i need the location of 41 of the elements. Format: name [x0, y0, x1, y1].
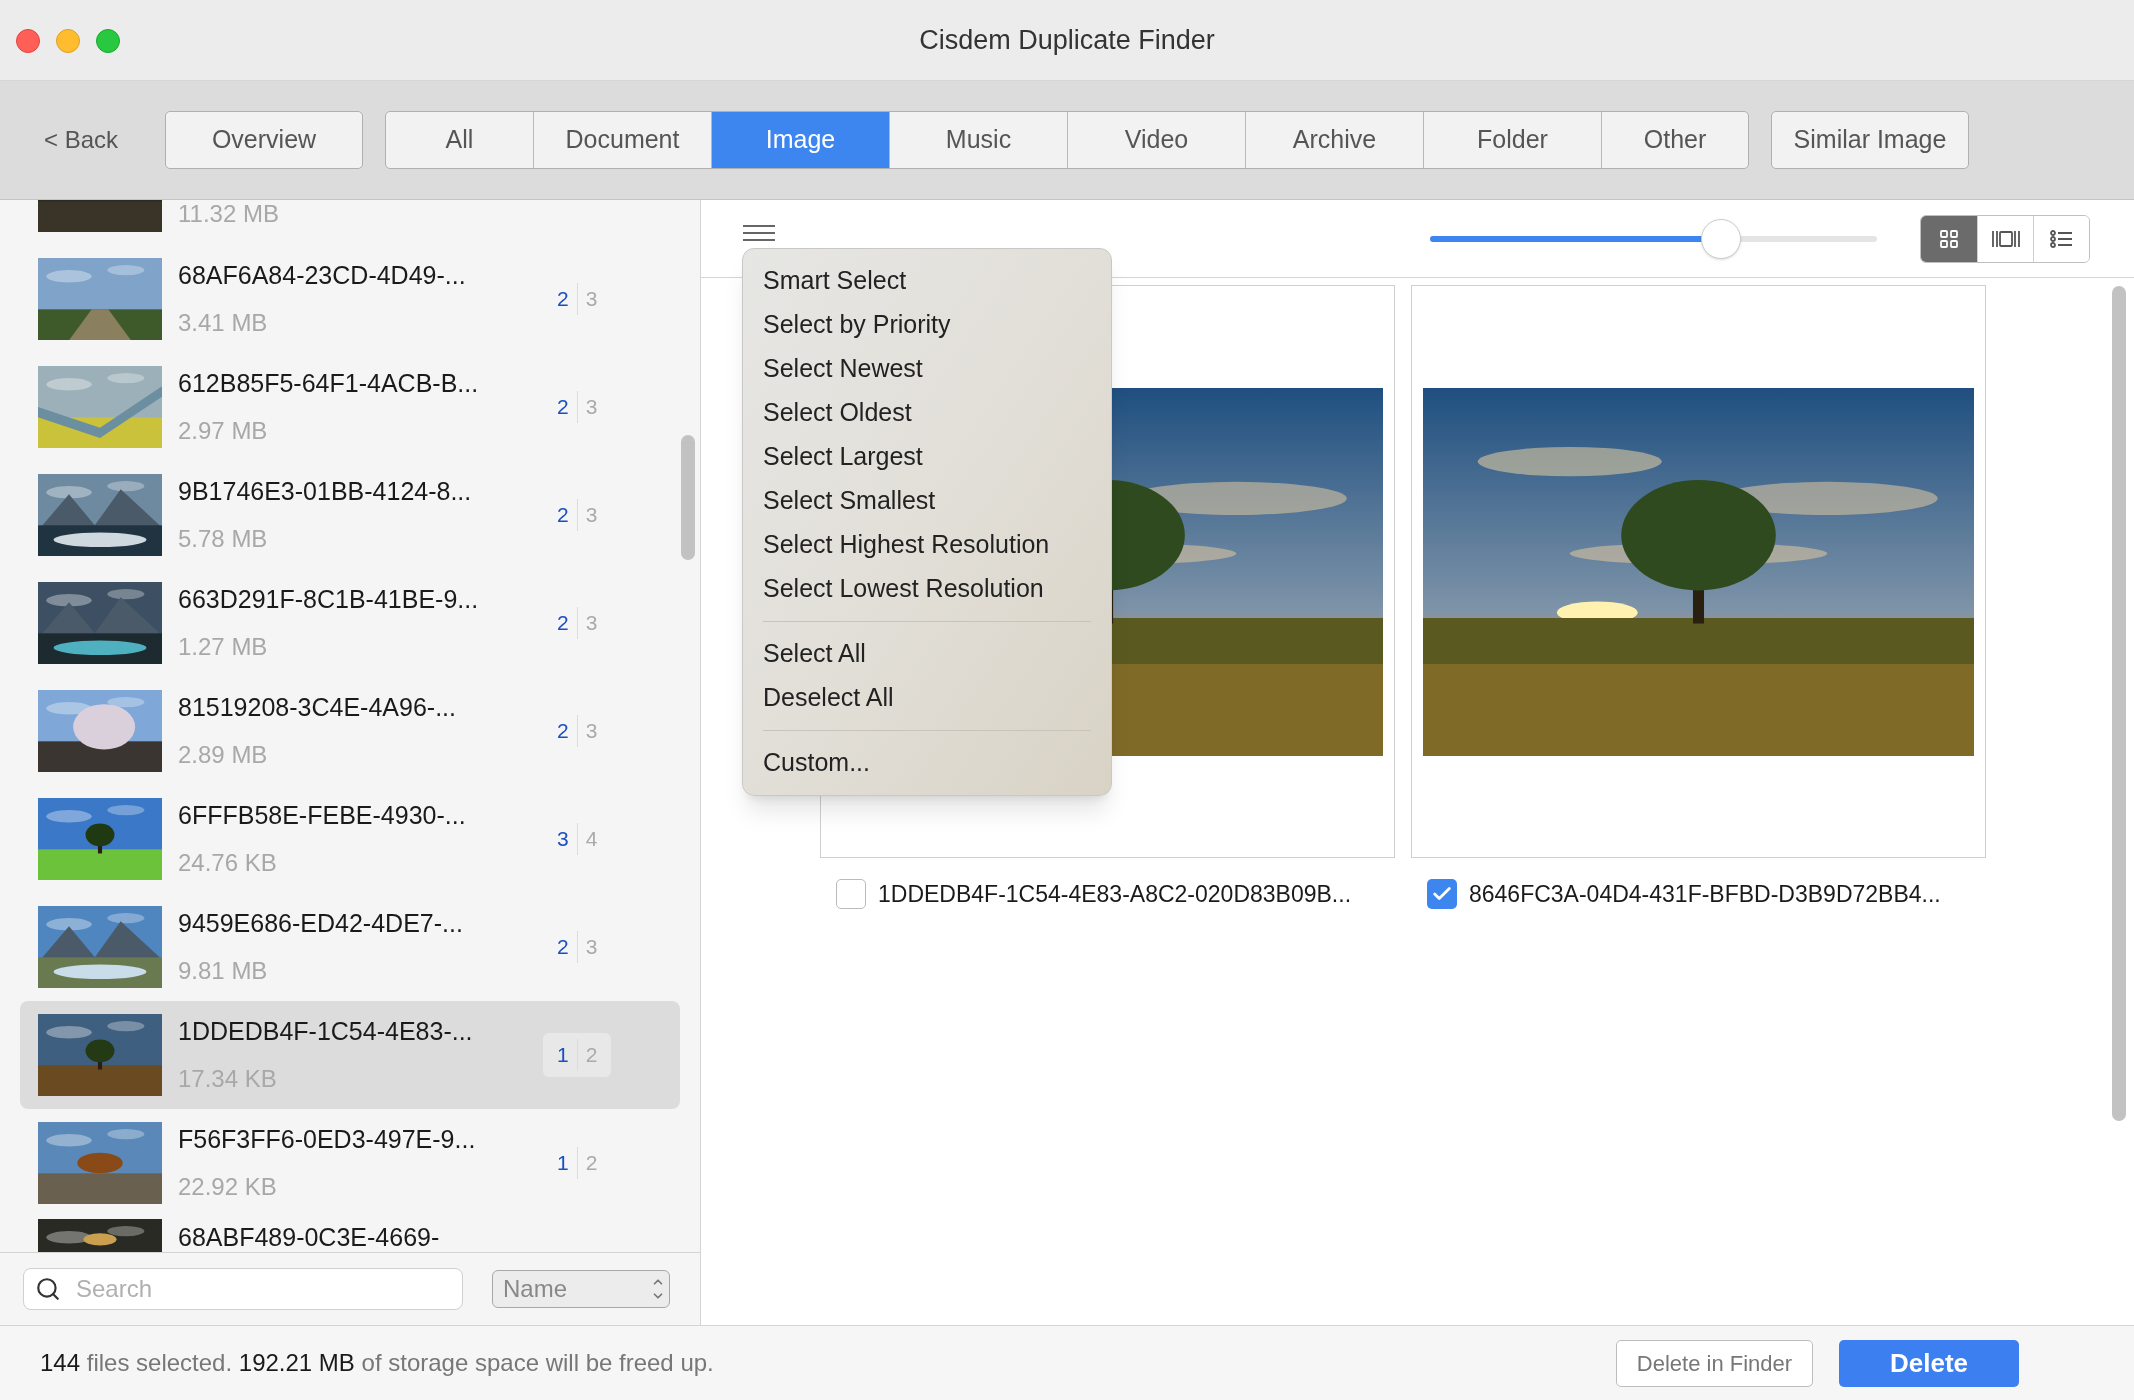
- selected-count: 2: [557, 391, 578, 423]
- total-count: 2: [584, 1042, 598, 1069]
- image-file-name: 1DDEDB4F-1C54-4E83-A8C2-020D83B09B...: [878, 880, 1352, 909]
- total-count: 3: [584, 502, 598, 529]
- file-size: 11.32 MB: [178, 200, 279, 229]
- window-title: Cisdem Duplicate Finder: [919, 23, 1215, 57]
- total-count: 3: [584, 934, 598, 961]
- selected-count: 1: [557, 1039, 578, 1071]
- file-name: 68AF6A84-23CD-4D49-...: [178, 260, 467, 292]
- total-count: 3: [584, 718, 598, 745]
- file-name: 6FFFB58E-FEBE-4930-...: [178, 800, 467, 832]
- file-name: 68ABF489-0C3E-4669-: [178, 1222, 440, 1252]
- file-name: 9B1746E3-01BB-4124-8...: [178, 476, 473, 508]
- total-count: 3: [584, 286, 598, 313]
- file-name: 612B85F5-64F1-4ACB-B...: [178, 368, 480, 400]
- file-size: 1.27 MB: [178, 631, 269, 662]
- total-count: 3: [584, 610, 598, 637]
- selected-count: 1: [557, 1147, 578, 1179]
- file-size: 9.81 MB: [178, 955, 269, 986]
- file-size: 2.97 MB: [178, 415, 269, 446]
- selected-count: 2: [557, 283, 578, 315]
- file-name: F56F3FF6-0ED3-497E-9...: [178, 1124, 477, 1156]
- selected-count: 3: [557, 823, 578, 855]
- selected-count: 2: [557, 931, 578, 963]
- selected-count: 2: [557, 607, 578, 639]
- file-size: 22.92 KB: [178, 1171, 278, 1202]
- image-file-name: 8646FC3A-04D4-431F-BFBD-D3B9D72BB4...: [1469, 880, 1941, 909]
- total-count: 2: [584, 1150, 598, 1177]
- total-count: 4: [584, 826, 598, 853]
- file-size: 3.41 MB: [178, 307, 269, 338]
- selected-count: 2: [557, 715, 578, 747]
- file-name: 9459E686-ED42-4DE7-...: [178, 908, 464, 940]
- file-size: 24.76 KB: [178, 847, 278, 878]
- file-name: 1DDEDB4F-1C54-4E83-...: [178, 1016, 474, 1048]
- selected-count: 2: [557, 499, 578, 531]
- file-size: 2.89 MB: [178, 739, 269, 770]
- file-name: 663D291F-8C1B-41BE-9...: [178, 584, 480, 616]
- status-text: 144 files selected. 192.21 MB of storage space will be freed up.: [40, 1348, 714, 1378]
- file-name: 81519208-3C4E-4A96-...: [178, 692, 457, 724]
- file-size: 5.78 MB: [178, 523, 269, 554]
- total-count: 3: [584, 394, 598, 421]
